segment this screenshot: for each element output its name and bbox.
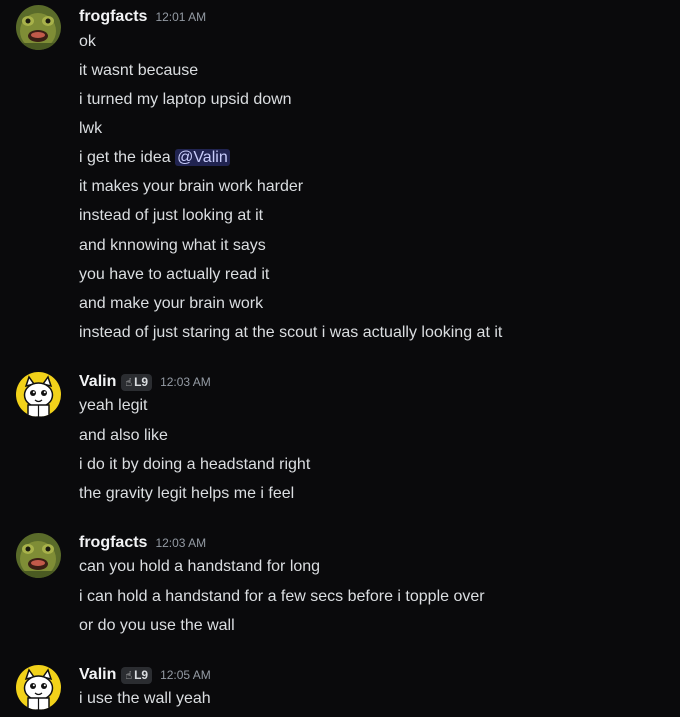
message-header: Valin ☝ L9 12:05 AM [79, 663, 211, 687]
hand-icon: ☝ [125, 669, 133, 682]
user-mention[interactable]: @Valin [175, 149, 230, 166]
username[interactable]: Valin [79, 666, 116, 684]
message-header: Valin ☝ L9 12:03 AM [79, 370, 211, 394]
message[interactable]: instead of just staring at the scout i w… [79, 321, 502, 345]
message[interactable]: i can hold a handstand for a few secs be… [79, 585, 485, 609]
username[interactable]: Valin [79, 373, 116, 391]
timestamp[interactable]: 12:03 AM [160, 375, 211, 389]
username[interactable]: frogfacts [79, 8, 147, 26]
message[interactable]: i do it by doing a headstand right [79, 453, 310, 477]
timestamp[interactable]: 12:01 AM [155, 10, 206, 24]
message[interactable]: lwk [79, 117, 102, 141]
message[interactable]: it makes your brain work harder [79, 175, 303, 199]
cartoon-cat-avatar[interactable] [16, 665, 61, 710]
message[interactable]: it wasnt because [79, 59, 198, 83]
hand-icon: ☝ [125, 376, 133, 389]
cartoon-cat-avatar[interactable] [16, 372, 61, 417]
message[interactable]: and also like [79, 424, 168, 448]
message-header: frogfacts 12:03 AM [79, 531, 206, 555]
username[interactable]: frogfacts [79, 534, 147, 552]
message[interactable]: ok [79, 30, 96, 54]
message[interactable]: you have to actually read it [79, 263, 269, 287]
message[interactable]: and knnowing what it says [79, 234, 266, 258]
tag-label: L9 [134, 668, 149, 682]
message[interactable]: i use the wall yeah [79, 687, 211, 711]
message-text: i get the idea [79, 149, 171, 166]
message[interactable]: i turned my laptop upsid down [79, 88, 292, 112]
message[interactable]: i get the idea @Valin [79, 146, 230, 170]
frog-avatar[interactable] [16, 5, 61, 50]
message[interactable]: the gravity legit helps me i feel [79, 482, 294, 506]
timestamp[interactable]: 12:05 AM [160, 668, 211, 682]
message[interactable]: or do you use the wall [79, 614, 235, 638]
message[interactable]: yeah legit [79, 394, 148, 418]
message[interactable]: instead of just looking at it [79, 204, 263, 228]
message[interactable]: can you hold a handstand for long [79, 555, 320, 579]
frog-avatar[interactable] [16, 533, 61, 578]
message[interactable]: and make your brain work [79, 292, 263, 316]
tag-label: L9 [134, 375, 149, 389]
server-tag[interactable]: ☝ L9 [121, 373, 153, 391]
message-header: frogfacts 12:01 AM [79, 5, 206, 29]
timestamp[interactable]: 12:03 AM [155, 536, 206, 550]
server-tag[interactable]: ☝ L9 [121, 666, 153, 684]
